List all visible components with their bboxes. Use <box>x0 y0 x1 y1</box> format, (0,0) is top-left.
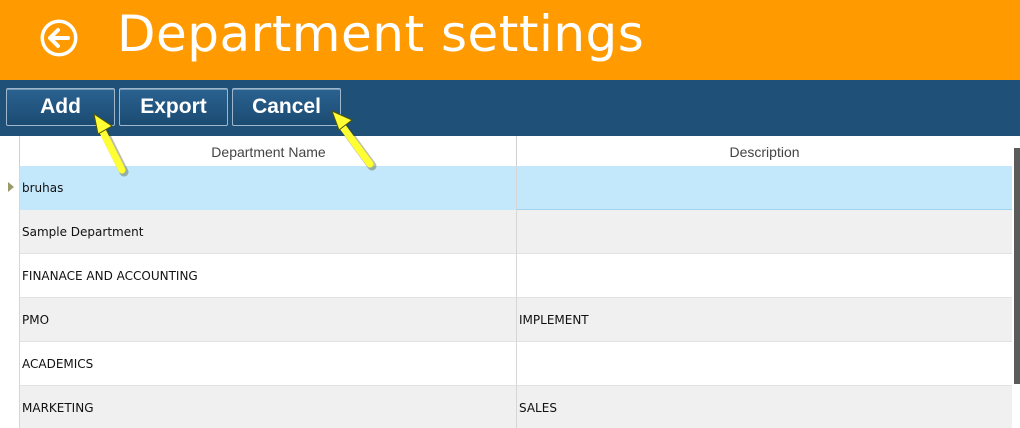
description-cell[interactable] <box>517 254 1012 298</box>
grid-header: Department Name Description <box>0 136 1012 167</box>
description-cell[interactable] <box>517 166 1012 210</box>
description-cell[interactable] <box>517 210 1012 254</box>
back-arrow-circle-icon <box>40 19 78 57</box>
table-row[interactable]: bruhas <box>0 166 1012 210</box>
department-name-cell[interactable]: FINANACE AND ACCOUNTING <box>20 254 517 298</box>
back-button[interactable] <box>39 18 79 58</box>
add-button[interactable]: Add <box>6 88 115 126</box>
department-name-cell[interactable]: MARKETING <box>20 386 517 428</box>
table-row[interactable]: PMO IMPLEMENT <box>0 298 1012 342</box>
column-header-description[interactable]: Description <box>516 136 1012 166</box>
row-indicator-cell <box>0 210 20 254</box>
toolbar: Add Export Cancel <box>0 80 1020 136</box>
current-row-triangle-icon <box>8 182 14 192</box>
department-name-cell[interactable]: PMO <box>20 298 517 342</box>
description-cell[interactable] <box>517 342 1012 386</box>
description-cell[interactable]: IMPLEMENT <box>517 298 1012 342</box>
row-indicator-cell <box>0 166 20 210</box>
column-header-department-name[interactable]: Department Name <box>19 136 517 166</box>
department-name-cell[interactable]: Sample Department <box>20 210 517 254</box>
row-indicator-header <box>0 136 20 166</box>
page-title: Department settings <box>117 5 645 63</box>
table-row[interactable]: Sample Department <box>0 210 1012 254</box>
app-header: Department settings <box>0 0 1020 80</box>
vertical-scrollbar[interactable] <box>1012 136 1020 428</box>
scrollbar-thumb[interactable] <box>1014 148 1020 384</box>
department-name-cell[interactable]: bruhas <box>20 166 517 210</box>
row-indicator-cell <box>0 386 20 428</box>
table-row[interactable]: MARKETING SALES <box>0 386 1012 428</box>
department-grid: Department Name Description bruhas Sampl… <box>0 136 1012 428</box>
table-row[interactable]: ACADEMICS <box>0 342 1012 386</box>
row-indicator-cell <box>0 254 20 298</box>
row-indicator-cell <box>0 342 20 386</box>
table-row[interactable]: FINANACE AND ACCOUNTING <box>0 254 1012 298</box>
cancel-button[interactable]: Cancel <box>232 88 341 126</box>
row-indicator-cell <box>0 298 20 342</box>
description-cell[interactable]: SALES <box>517 386 1012 428</box>
export-button[interactable]: Export <box>119 88 228 126</box>
department-name-cell[interactable]: ACADEMICS <box>20 342 517 386</box>
